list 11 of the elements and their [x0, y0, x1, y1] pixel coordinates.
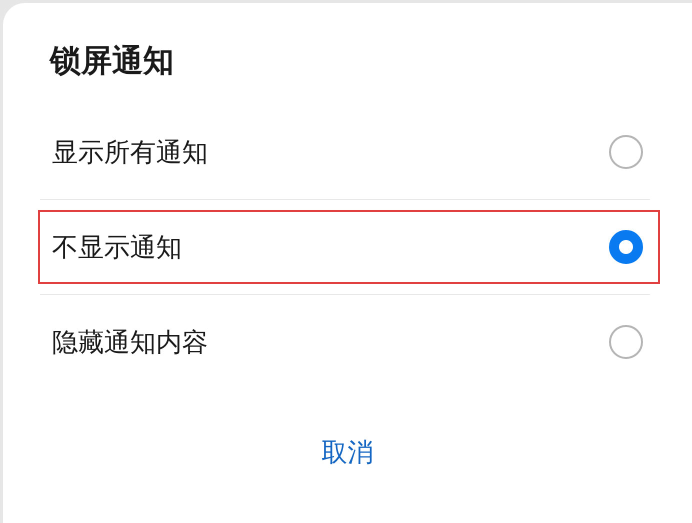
cancel-button[interactable]: 取消 [310, 429, 386, 476]
radio-button[interactable] [609, 135, 643, 169]
option-row[interactable]: 隐藏通知内容 [38, 295, 660, 389]
option-label: 不显示通知 [52, 232, 182, 264]
dialog-title: 锁屏通知 [48, 42, 175, 81]
radio-button[interactable] [609, 325, 643, 359]
option-label: 隐藏通知内容 [52, 326, 208, 360]
radio-button[interactable] [609, 230, 643, 264]
option-label: 显示所有通知 [52, 136, 208, 170]
option-row[interactable]: 显示所有通知 [38, 105, 660, 199]
option-row[interactable]: 不显示通知 [38, 210, 660, 284]
